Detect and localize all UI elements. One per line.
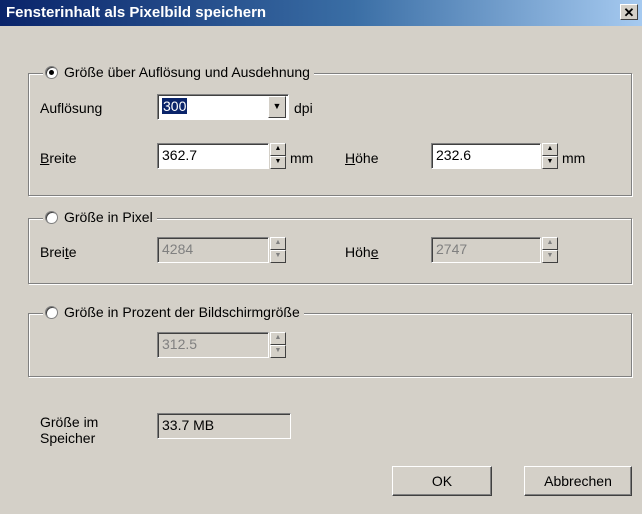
resolution-unit: dpi [294,100,313,116]
memory-label-line1: Größe im [40,414,99,430]
height-mm-value: 232.6 [436,147,472,163]
spin-down-icon: ▼ [270,250,286,263]
width-mm-unit: mm [290,150,314,166]
spin-down-icon[interactable]: ▼ [542,156,558,169]
title-bar: Fensterinhalt als Pixelbild speichern ✕ [0,0,642,26]
width-px-spinner[interactable]: ▲ ▼ [270,237,286,263]
width-mm-input[interactable]: 362.7 [157,143,269,169]
width-px-input[interactable]: 4284 [157,237,269,263]
chevron-down-icon: ▼ [272,101,282,111]
radio-percent-option[interactable]: Größe in Prozent der Bildschirmgröße [43,304,304,320]
percent-value: 312.5 [162,336,198,352]
height-mm-label: Höhe [345,150,379,166]
memory-label-line2: Speicher [40,430,96,446]
spin-down-icon[interactable]: ▼ [270,156,286,169]
radio-percent-label: Größe in Prozent der Bildschirmgröße [64,304,300,320]
width-px-label: Breite [40,244,77,260]
group-percent: Größe in Prozent der Bildschirmgröße [28,304,632,377]
radio-resolution-label: Größe über Auflösung und Ausdehnung [64,64,310,80]
resolution-value: 300 [162,98,188,114]
spin-up-icon: ▲ [542,237,558,250]
spin-up-icon[interactable]: ▲ [270,143,286,156]
height-px-value: 2747 [436,241,468,257]
width-mm-label: Breite [40,150,77,166]
close-icon: ✕ [623,5,635,20]
height-px-spinner[interactable]: ▲ ▼ [542,237,558,263]
spin-up-icon[interactable]: ▲ [542,143,558,156]
resolution-dropdown-button[interactable]: ▼ [268,96,286,118]
spin-up-icon: ▲ [270,237,286,250]
group-resolution: Größe über Auflösung und Ausdehnung [28,64,632,196]
height-px-input[interactable]: 2747 [431,237,541,263]
close-button[interactable]: ✕ [620,4,638,20]
spin-down-icon: ▼ [542,250,558,263]
height-px-label: Höhe [345,244,379,260]
memory-label: Größe im Speicher [40,414,98,446]
width-px-value: 4284 [162,241,194,257]
radio-pixel[interactable] [45,210,58,224]
spin-down-icon: ▼ [270,345,286,358]
percent-input[interactable]: 312.5 [157,332,269,358]
radio-pixel-option[interactable]: Größe in Pixel [43,209,157,225]
radio-resolution-option[interactable]: Größe über Auflösung und Ausdehnung [43,64,314,80]
ok-button[interactable]: OK [392,466,492,496]
radio-percent[interactable] [45,305,58,319]
percent-spinner[interactable]: ▲ ▼ [270,332,286,358]
radio-resolution[interactable] [45,65,58,79]
resolution-label: Auflösung [40,100,103,116]
cancel-button[interactable]: Abbrechen [524,466,632,496]
memory-value-field: 33.7 MB [157,413,291,439]
width-mm-value: 362.7 [162,147,198,163]
width-mm-spinner[interactable]: ▲ ▼ [270,143,286,169]
window-title: Fensterinhalt als Pixelbild speichern [6,4,267,21]
memory-value: 33.7 MB [162,417,215,433]
radio-pixel-label: Größe in Pixel [64,209,153,225]
height-mm-unit: mm [562,150,586,166]
height-mm-spinner[interactable]: ▲ ▼ [542,143,558,169]
height-mm-input[interactable]: 232.6 [431,143,541,169]
spin-up-icon: ▲ [270,332,286,345]
